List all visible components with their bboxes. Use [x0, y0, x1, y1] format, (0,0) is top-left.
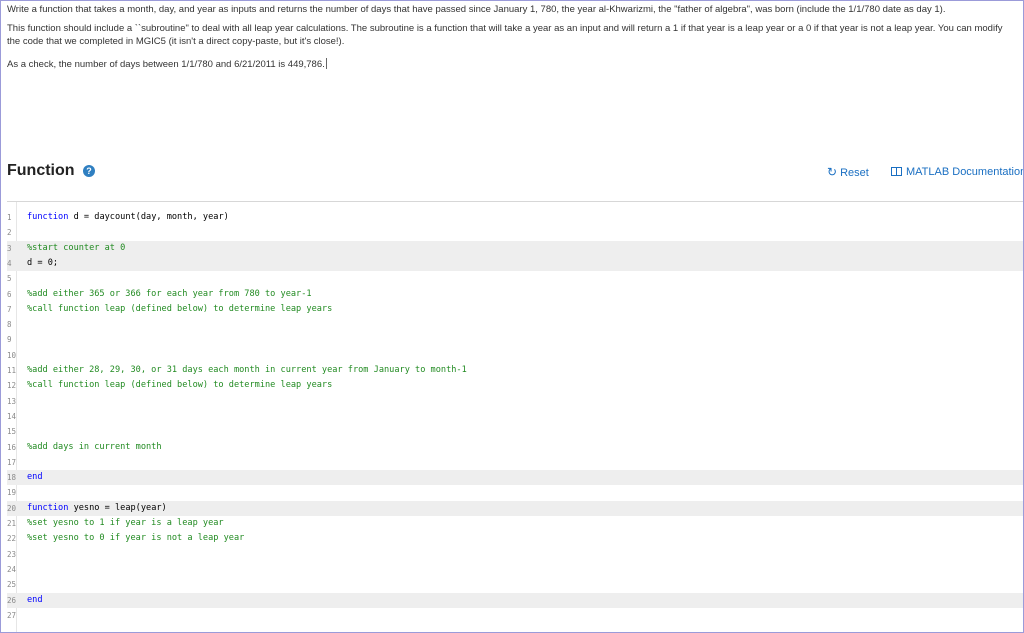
line-number: 25 — [7, 580, 17, 590]
problem-paragraph-1: Write a function that takes a month, day… — [7, 4, 946, 15]
line-number: 7 — [7, 304, 12, 314]
line-number: 6 — [7, 289, 12, 299]
code-text: %call function leap (defined below) to d… — [27, 378, 332, 393]
problem-check-line[interactable]: As a check, the number of days between 1… — [7, 57, 1011, 72]
line-number: 24 — [7, 564, 17, 574]
code-line[interactable]: 23 — [7, 547, 1023, 562]
line-number: 3 — [7, 243, 12, 253]
line-number: 9 — [7, 335, 12, 345]
line-number: 11 — [7, 366, 17, 375]
line-number: 22 — [7, 534, 17, 544]
code-plain: yesno = leap(year) — [68, 502, 167, 513]
section-title: Function — [7, 162, 75, 179]
line-number: 2 — [7, 228, 12, 238]
code-text: %add either 28, 29, 30, or 31 days each … — [27, 363, 467, 378]
code-text: %set yesno to 1 if year is a leap year — [27, 516, 224, 531]
line-number: 26 — [7, 595, 17, 605]
code-line[interactable]: 26 end — [7, 592, 1023, 608]
line-number: 16 — [7, 442, 17, 452]
code-line[interactable]: 19 — [7, 485, 1023, 500]
function-header: Function ? ↻ Reset MATLAB Documentation — [7, 161, 1023, 183]
code-comment: %add either 28, 29, 30, or 31 days each … — [27, 365, 467, 375]
code-comment: %start counter at 0 — [27, 242, 126, 253]
problem-statement: Write a function that takes a month, day… — [7, 3, 1011, 76]
refresh-icon: ↻ — [827, 165, 838, 179]
line-number: 17 — [7, 457, 17, 467]
code-line[interactable]: 5 — [7, 271, 1023, 286]
problem-check-text: As a check, the number of days between 1… — [7, 58, 325, 70]
code-line[interactable]: 27 — [7, 608, 1023, 623]
question-circle-icon[interactable]: ? — [83, 165, 95, 177]
code-line[interactable]: 8 — [7, 317, 1023, 332]
page-frame: Write a function that takes a month, day… — [0, 0, 1024, 633]
code-text: %call function leap (defined below) to d… — [27, 302, 332, 317]
code-line[interactable]: 16 %add days in current month — [7, 440, 1023, 455]
code-keyword: end — [27, 472, 43, 483]
code-line[interactable]: 7 %call function leap (defined below) to … — [7, 302, 1023, 317]
code-text: %set yesno to 0 if year is not a leap ye… — [27, 531, 244, 546]
line-number: 1 — [7, 213, 12, 222]
line-number: 14 — [7, 411, 17, 421]
code-line[interactable]: 15 — [7, 424, 1023, 439]
code-line[interactable]: 9 — [7, 332, 1023, 347]
code-text: function yesno = leap(year) — [27, 501, 167, 516]
reset-button[interactable]: ↻ Reset — [827, 165, 869, 180]
text-cursor — [325, 57, 327, 69]
code-text: end — [27, 593, 43, 608]
line-number: 5 — [7, 274, 12, 284]
code-comment: %call function leap (defined below) to d… — [27, 380, 333, 391]
code-plain: d = 0; — [27, 257, 59, 268]
code-line[interactable]: 20 function yesno = leap(year) — [7, 500, 1023, 516]
line-number: 19 — [7, 488, 17, 498]
matlab-documentation-link[interactable]: MATLAB Documentation — [891, 165, 1024, 179]
code-line[interactable]: 25 — [7, 577, 1023, 592]
code-line[interactable]: 11 %add either 28, 29, 30, or 31 days eac… — [7, 363, 1023, 378]
problem-paragraph-2: This function should include a ``subrout… — [7, 22, 1003, 48]
line-number: 27 — [7, 610, 17, 620]
code-comment: %add either 365 or 366 for each year fro… — [27, 288, 312, 299]
code-line[interactable]: 1 function d = daycount(day, month, year) — [7, 210, 1023, 225]
line-number: 10 — [7, 350, 17, 360]
code-text: %add either 365 or 366 for each year fro… — [27, 287, 312, 302]
code-text: end — [27, 470, 43, 485]
line-number: 15 — [7, 427, 17, 437]
code-line[interactable]: 6 %add either 365 or 366 for each year fr… — [7, 287, 1023, 302]
code-text: %start counter at 0 — [27, 241, 125, 256]
code-text: d = 0; — [27, 256, 58, 271]
line-number: 4 — [7, 258, 12, 268]
code-comment: %call function leap (defined below) to d… — [27, 303, 333, 314]
code-line[interactable]: 2 — [7, 225, 1023, 240]
code-line[interactable]: 22 %set yesno to 0 if year is not a leap … — [7, 531, 1023, 546]
code-line[interactable]: 13 — [7, 394, 1023, 409]
code-comment: %set yesno to 1 if year is a leap year — [27, 518, 224, 528]
code-text: %add days in current month — [27, 440, 162, 455]
line-number: 13 — [7, 396, 17, 406]
code-plain: d = daycount(day, month, year) — [68, 212, 229, 222]
code-line[interactable]: 3 %start counter at 0 — [7, 240, 1023, 256]
code-line[interactable]: 14 — [7, 409, 1023, 424]
code-keyword: end — [27, 594, 43, 605]
code-comment: %add days in current month — [27, 441, 162, 452]
code-line[interactable]: 10 — [7, 348, 1023, 363]
code-line[interactable]: 18 end — [7, 470, 1023, 486]
line-number: 23 — [7, 549, 17, 559]
book-icon — [891, 167, 902, 176]
code-editor[interactable]: 1 function d = daycount(day, month, year)… — [7, 201, 1023, 632]
line-number: 12 — [7, 381, 17, 391]
line-number: 21 — [7, 519, 17, 528]
code-comment: %set yesno to 0 if year is not a leap ye… — [27, 533, 245, 544]
code-line[interactable]: 12 %call function leap (defined below) to… — [7, 378, 1023, 393]
code-line[interactable]: 4 d = 0; — [7, 255, 1023, 271]
docs-label: MATLAB Documentation — [906, 166, 1024, 178]
code-keyword: function — [27, 502, 69, 513]
reset-label: Reset — [840, 167, 869, 179]
line-number: 8 — [7, 320, 12, 330]
code-line[interactable]: 24 — [7, 562, 1023, 577]
code-line[interactable]: 21 %set yesno to 1 if year is a leap year — [7, 516, 1023, 531]
code-line[interactable]: 17 — [7, 455, 1023, 470]
line-number: 20 — [7, 503, 17, 513]
line-number: 18 — [7, 473, 17, 483]
code-keyword: function — [27, 212, 69, 222]
code-text: function d = daycount(day, month, year) — [27, 210, 229, 225]
